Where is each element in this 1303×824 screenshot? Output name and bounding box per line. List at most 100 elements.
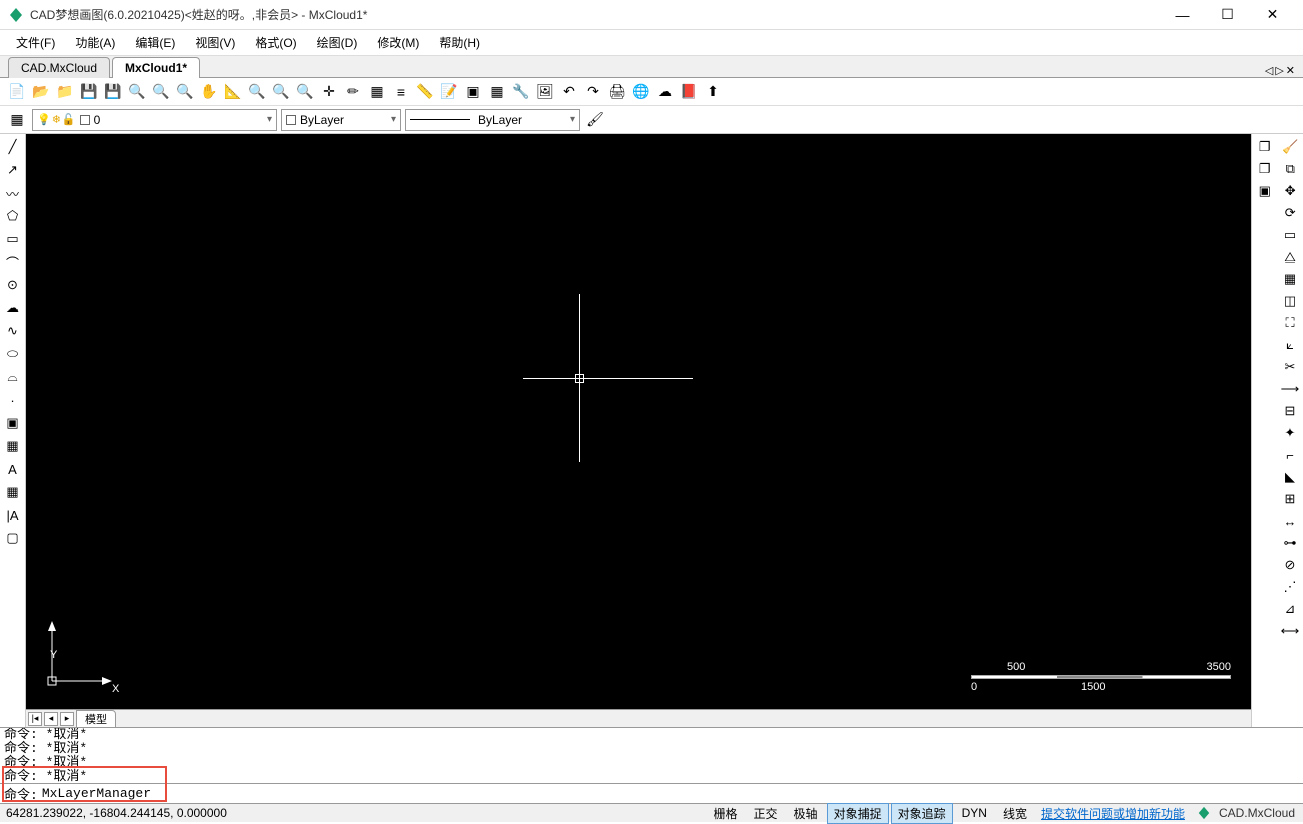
measure2-icon[interactable]: ⊿ [1279,598,1301,620]
ortho-toggle[interactable]: 正交 [747,803,785,824]
menu-modify[interactable]: 修改(M) [369,31,427,54]
explode-icon[interactable]: ✦ [1279,422,1301,444]
maximize-button[interactable]: ☐ [1205,0,1250,30]
layer-dropdown[interactable]: 💡❄🔓 0 ▾ [32,109,277,131]
hatch-icon[interactable]: ▦ [2,435,24,457]
line-icon[interactable]: ╱ [2,136,24,158]
command-input[interactable] [42,786,1303,801]
undo-icon[interactable]: ↶ [558,81,580,103]
rotate-icon[interactable]: ⟳ [1279,202,1301,224]
tab-next-icon[interactable]: ▷ [1275,64,1283,77]
spline-icon[interactable]: ∿ [2,320,24,342]
layout-next-icon[interactable]: ▸ [60,712,74,726]
insert-icon[interactable]: ▦ [486,81,508,103]
open-icon[interactable]: 📂 [30,81,52,103]
break-icon[interactable]: ⊟ [1279,400,1301,422]
save-icon[interactable]: 💾 [78,81,100,103]
saveas-icon[interactable]: 💾 [102,81,124,103]
osnap-toggle[interactable]: 对象捕捉 [827,803,889,824]
menu-format[interactable]: 格式(O) [247,31,304,54]
revcloud-icon[interactable]: ☁ [2,297,24,319]
mirror2-icon[interactable]: ◫ [1279,290,1301,312]
tab-cad-mxcloud[interactable]: CAD.MxCloud [8,57,110,78]
grid-toggle[interactable]: 栅格 [707,803,745,824]
move-icon[interactable]: ✥ [1279,180,1301,202]
color-dropdown[interactable]: ByLayer ▾ [281,109,401,131]
block-insert-icon[interactable]: ▣ [2,412,24,434]
erase-icon[interactable]: 🧹 [1279,136,1301,158]
web-icon[interactable]: 🌐 [630,81,652,103]
lwt-toggle[interactable]: 线宽 [996,803,1034,824]
align-icon[interactable]: ⊞ [1279,488,1301,510]
otrack-toggle[interactable]: 对象追踪 [891,803,953,824]
text-icon[interactable]: 📝 [438,81,460,103]
pdf-icon[interactable]: 📕 [678,81,700,103]
zoom-realtime-icon[interactable]: 🔍 [294,81,316,103]
layer-manager-icon[interactable]: ▦ [6,109,28,131]
zoom-window-icon[interactable]: 🔍 [126,81,148,103]
circle-icon[interactable]: ⊙ [2,274,24,296]
pan-icon[interactable]: ✋ [198,81,220,103]
table-icon[interactable]: ▦ [2,481,24,503]
open2-icon[interactable]: 📁 [54,81,76,103]
pline-icon[interactable]: 〰 [2,182,24,204]
copy-icon[interactable]: ❐ [1254,136,1276,158]
rect-icon[interactable]: ▭ [2,228,24,250]
tool-icon[interactable]: 🔧 [510,81,532,103]
offset-icon[interactable]: ▭ [1279,224,1301,246]
menu-edit[interactable]: 编辑(E) [127,31,183,54]
zoom-prev-icon[interactable]: 🔍 [270,81,292,103]
array-icon[interactable]: ▦ [1279,268,1301,290]
img-icon[interactable]: 🖼 [534,81,556,103]
copy2-icon[interactable]: ❐ [1254,158,1276,180]
tab-prev-icon[interactable]: ◁ [1265,64,1273,77]
region-icon[interactable]: ▢ [2,527,24,549]
close-button[interactable]: ✕ [1250,0,1295,30]
stretch-icon[interactable]: ⟀ [1279,334,1301,356]
xline-icon[interactable]: ↗ [2,159,24,181]
paste-icon[interactable]: ▣ [1254,180,1276,202]
properties-icon[interactable]: ✏ [342,81,364,103]
dyn-toggle[interactable]: DYN [955,804,994,822]
fillet-icon[interactable]: ⌐ [1279,444,1301,466]
copyobj-icon[interactable]: ⧉ [1279,158,1301,180]
zoom-out-icon[interactable]: 🔍 [174,81,196,103]
linetype-icon[interactable]: ≡ [390,81,412,103]
brush-icon[interactable]: 🖌 [584,109,606,131]
linetype-dropdown[interactable]: ByLayer ▾ [405,109,580,131]
mirror-icon[interactable]: ⧋ [1279,246,1301,268]
arc-icon[interactable]: ⌒ [2,251,24,273]
model-tab[interactable]: 模型 [76,710,116,728]
extend-icon[interactable]: ⟶ [1279,378,1301,400]
layout-first-icon[interactable]: |◂ [28,712,42,726]
polygon-icon[interactable]: ⬠ [2,205,24,227]
dim-linear-icon[interactable]: ⟷ [1279,620,1301,642]
cloud-icon[interactable]: ☁ [654,81,676,103]
menu-draw[interactable]: 绘图(D) [309,31,366,54]
menu-file[interactable]: 文件(F) [8,31,63,54]
menu-help[interactable]: 帮助(H) [431,31,488,54]
scale-icon[interactable]: ⛶ [1279,312,1301,334]
tab-mxcloud1[interactable]: MxCloud1* [112,57,200,78]
feedback-link[interactable]: 提交软件问题或增加新功能 [1035,805,1191,822]
measure-icon[interactable]: 📐 [222,81,244,103]
point-icon[interactable]: · [2,389,24,411]
chamfer-icon[interactable]: ◣ [1279,466,1301,488]
select-icon[interactable]: ✛ [318,81,340,103]
mtext-icon[interactable]: |A [2,504,24,526]
drawing-canvas[interactable]: Y X 500 3500 0 1500 [26,134,1251,709]
pedit-icon[interactable]: ⊘ [1279,554,1301,576]
join-icon[interactable]: ⊶ [1279,532,1301,554]
layout-prev-icon[interactable]: ◂ [44,712,58,726]
zoom-in-icon[interactable]: 🔍 [150,81,172,103]
text-tool-icon[interactable]: A [2,458,24,480]
lengthen-icon[interactable]: ↔ [1279,510,1301,532]
trim-icon[interactable]: ✂ [1279,356,1301,378]
ellipse-icon[interactable]: ⬭ [2,343,24,365]
zoom-extents-icon[interactable]: 🔍 [246,81,268,103]
dim-icon[interactable]: 📏 [414,81,436,103]
divide-icon[interactable]: ⋰ [1279,576,1301,598]
new-icon[interactable]: 📄 [6,81,28,103]
layers-icon[interactable]: ▦ [366,81,388,103]
block-icon[interactable]: ▣ [462,81,484,103]
